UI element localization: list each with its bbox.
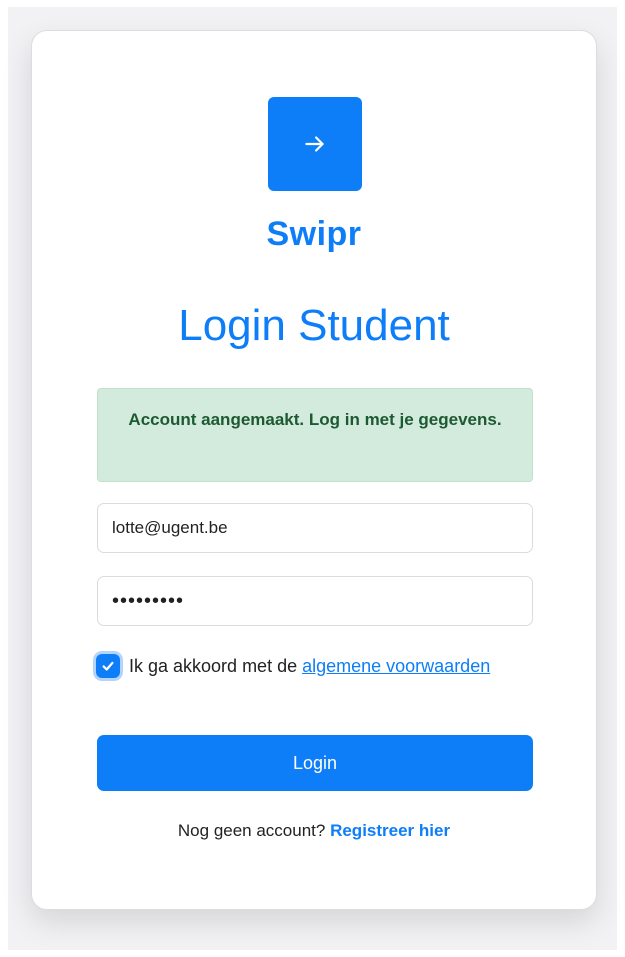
logo-button	[268, 97, 362, 191]
terms-text: Ik ga akkoord met de	[129, 656, 303, 676]
page-background: Swipr Login Student Account aangemaakt. …	[8, 7, 617, 950]
login-card: Swipr Login Student Account aangemaakt. …	[31, 30, 597, 910]
register-prompt-text: Nog geen account?	[177, 821, 331, 840]
arrow-right-icon	[305, 136, 324, 152]
terms-label: Ik ga akkoord met de algemene voorwaarde…	[129, 652, 529, 681]
brand-name: Swipr	[266, 215, 362, 253]
terms-link[interactable]: algemene voorwaarden	[302, 656, 490, 676]
page-title: Login Student	[178, 301, 450, 350]
success-alert: Account aangemaakt. Log in met je gegeve…	[97, 388, 533, 482]
register-link[interactable]: Registreer hier	[330, 821, 450, 840]
email-input[interactable]	[97, 503, 533, 553]
check-icon	[102, 661, 114, 671]
register-prompt: Nog geen account? Registreer hier	[32, 821, 596, 841]
password-input[interactable]	[97, 576, 533, 626]
login-button[interactable]: Login	[97, 735, 533, 791]
alert-message: Account aangemaakt. Log in met je gegeve…	[128, 410, 502, 429]
terms-checkbox[interactable]	[96, 654, 120, 678]
